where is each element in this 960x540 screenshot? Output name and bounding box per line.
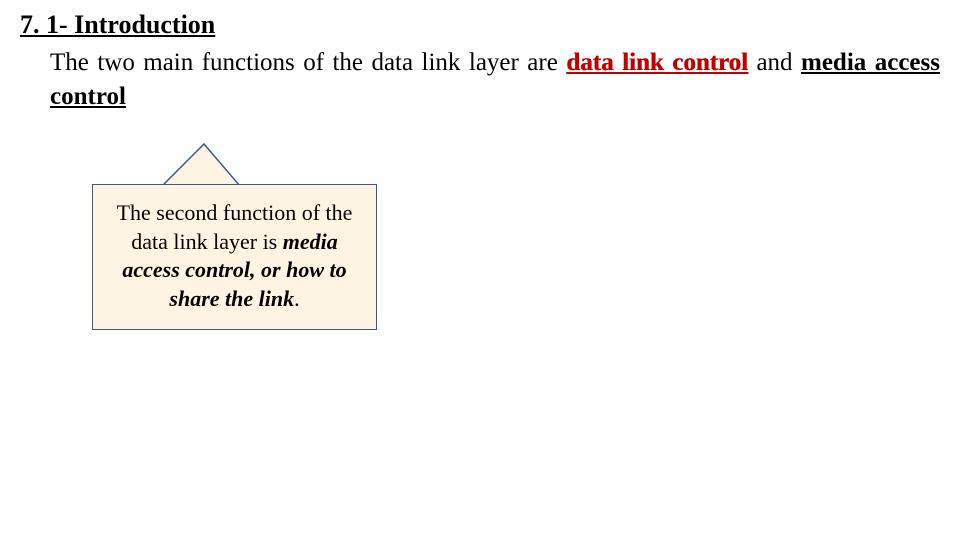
callout-pointer-icon	[142, 142, 262, 188]
intro-paragraph: The two main functions of the data link …	[50, 46, 940, 114]
callout-box: The second function of the data link lay…	[92, 184, 377, 330]
callout-text-tail: .	[294, 286, 300, 311]
slide: 7. 1- Introduction The two main function…	[0, 0, 960, 540]
intro-text-mid: and	[748, 49, 801, 76]
callout: The second function of the data link lay…	[92, 142, 392, 330]
intro-emph-data-link-control: data link control	[566, 49, 748, 76]
section-heading: 7. 1- Introduction	[20, 10, 940, 40]
intro-text-pre: The two main functions of the data link …	[50, 49, 566, 76]
